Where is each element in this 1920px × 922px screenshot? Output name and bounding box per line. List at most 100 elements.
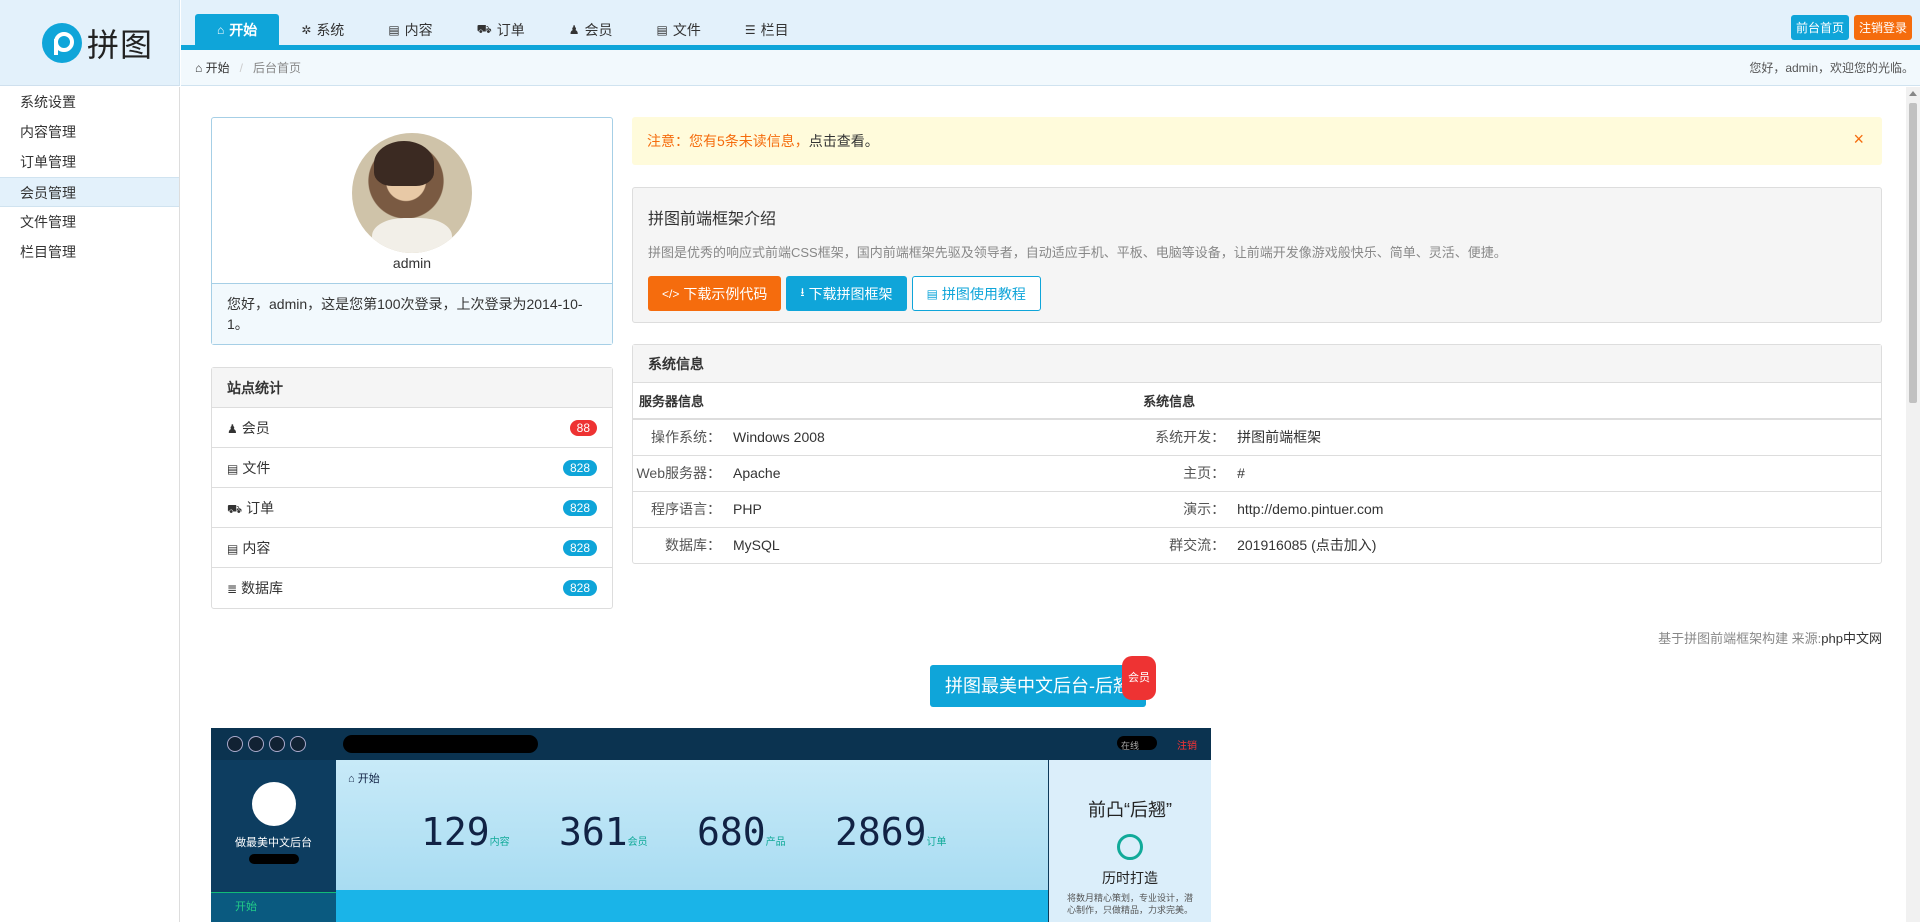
tab-5[interactable]: ▤ 文件 — [635, 14, 723, 45]
preview-stat-number: 680 — [697, 810, 766, 854]
preview-stat: 129内容 — [421, 810, 559, 854]
preview-start: 开始 — [357, 773, 380, 785]
notice-warning: 注意：您有5条未读信息， — [647, 133, 809, 149]
system-info-title: 系统信息 — [633, 345, 1881, 383]
database-icon: ≣ — [227, 582, 238, 596]
info-value: # — [1237, 454, 1881, 491]
logo[interactable]: 拼图 — [0, 0, 180, 86]
preview-stat-label: 会员 — [627, 837, 648, 848]
download-framework-label: 下载拼图框架 — [808, 285, 893, 302]
tab-0[interactable]: ⌂ 开始 — [195, 14, 280, 45]
stat-label: ♟ 会员 — [227, 418, 270, 438]
table-row: 程序语言： PHP 演示： http://demo.pintuer.com — [633, 490, 1881, 527]
tutorial-label: 拼图使用教程 — [941, 285, 1026, 302]
system-info-panel: 系统信息 服务器信息 系统信息 操作系统： Windows 2008 系统开发： 拼图… — [632, 344, 1882, 564]
preview-stat: 2869订单 — [835, 810, 973, 854]
breadcrumb-separator: / — [239, 60, 243, 75]
tab-1[interactable]: ✲ 系统 — [279, 14, 366, 45]
gear-icon — [290, 736, 306, 752]
tab-2[interactable]: ▤ 内容 — [366, 14, 454, 45]
breadcrumb: ⌂ 开始 / 后台首页 您好，admin，欢迎您的光临。 — [181, 50, 1920, 86]
sidebar-item-content[interactable]: 内容管理 — [0, 117, 179, 147]
tab-label: 文件 — [672, 21, 701, 38]
intro-title: 拼图前端框架介绍 — [648, 211, 777, 228]
tab-4[interactable]: ♟ 会员 — [547, 14, 635, 45]
tab-3[interactable]: ⛟ 订单 — [455, 14, 547, 45]
user-icon: ♟ — [568, 22, 580, 37]
file-icon: ▤ — [227, 541, 239, 556]
tab-label: 开始 — [229, 21, 258, 38]
stat-row[interactable]: ≣ 数据库 828 — [212, 568, 612, 608]
promo-button[interactable]: 拼图最美中文后台-后翘 会员 — [930, 656, 1156, 707]
tab-6[interactable]: ☰ 栏目 — [723, 14, 811, 45]
preview-stat: 361会员 — [559, 810, 697, 854]
notice-link[interactable]: 点击查看。 — [809, 131, 879, 151]
info-key: 群交流： — [1137, 526, 1238, 563]
preview-tag — [248, 854, 299, 864]
preview-caption: 做最美中文后台 — [235, 837, 312, 849]
file-icon: ▤ — [388, 22, 400, 37]
intro-description: 拼图是优秀的响应式前端CSS框架，国内前端框架先驱及领导者，自动适应手机、平板、… — [648, 245, 1507, 260]
preview-stat-number: 2869 — [835, 810, 927, 854]
info-key: 程序语言： — [633, 490, 733, 527]
front-home-button[interactable]: 前台首页 — [1790, 15, 1849, 40]
count-badge: 88 — [569, 419, 597, 436]
preview-right-title: 前凸“后翘” — [1088, 800, 1172, 820]
info-value: PHP — [733, 490, 1138, 527]
sidebar-item-system[interactable]: 系统设置 — [0, 87, 179, 117]
avatar — [352, 133, 472, 253]
preview-right-desc: 将数月精心策划，专业设计，潜心制作，只做精品，力求完美。 — [1066, 893, 1193, 915]
home-icon: ⌂ — [217, 22, 225, 37]
tutorial-button[interactable]: ▤ 拼图使用教程 — [911, 276, 1041, 311]
table-row: Web服务器： Apache 主页： # — [633, 454, 1881, 491]
main-content: admin 您好，admin，这是您第100次登录，上次登录为2014-10-1… — [181, 87, 1906, 922]
online-label: 在线 — [1121, 741, 1140, 751]
preview-stat-label: 产品 — [765, 837, 786, 848]
sidebar-item-members[interactable]: 会员管理 — [0, 177, 179, 207]
scrollbar-thumb[interactable] — [1909, 103, 1917, 403]
stat-label-text: 数据库 — [241, 580, 284, 596]
info-value[interactable]: 201916085 (点击加入) — [1237, 526, 1881, 563]
preview-right-sub: 历时打造 — [1102, 870, 1158, 886]
vertical-scrollbar[interactable] — [1906, 87, 1920, 922]
cart-icon: ⛟ — [227, 501, 243, 516]
info-value: http://demo.pintuer.com — [1237, 490, 1881, 527]
info-value: Apache — [733, 454, 1138, 491]
footer-source: 基于拼图前端框架构建 来源:php中文网 — [1658, 628, 1882, 647]
preview-stat-number: 361 — [559, 810, 628, 854]
notice-alert: 注意：您有5条未读信息， 点击查看。 × — [632, 117, 1882, 165]
cart-icon: ⛟ — [476, 21, 492, 36]
sidebar-item-files[interactable]: 文件管理 — [0, 207, 179, 237]
user-panel: admin 您好，admin，这是您第100次登录，上次登录为2014-10-1… — [211, 117, 613, 345]
stat-row[interactable]: ▤ 内容 828 — [212, 528, 612, 568]
stat-label-text: 订单 — [246, 499, 275, 516]
count-badge: 828 — [562, 580, 597, 596]
stat-row[interactable]: ⛟ 订单 828 — [212, 488, 612, 528]
stat-label: ⛟ 订单 — [227, 498, 274, 518]
table-row: 数据库： MySQL 群交流： 201916085 (点击加入) — [633, 526, 1881, 563]
stat-row[interactable]: ▤ 文件 828 — [212, 448, 612, 488]
download-framework-button[interactable]: ⭳ 下载拼图框架 — [786, 276, 907, 311]
breadcrumb-home[interactable]: ⌂ 开始 — [195, 59, 230, 76]
sidebar-item-columns[interactable]: 栏目管理 — [0, 237, 179, 267]
top-actions: 前台首页 注销登录 — [1790, 15, 1912, 40]
download-demo-button[interactable]: </> 下载示例代码 — [648, 276, 782, 311]
scroll-up-arrow-icon[interactable] — [1909, 91, 1917, 96]
close-icon[interactable]: × — [1853, 129, 1864, 150]
logo-text: 拼图 — [87, 26, 154, 63]
preview-breadcrumb: ⌂ 开始 — [348, 773, 380, 785]
list-icon: ☰ — [744, 22, 756, 37]
login-message: 您好，admin，这是您第100次登录，上次登录为2014-10-1。 — [212, 283, 612, 344]
info-key: 演示： — [1137, 490, 1238, 527]
tab-label: 会员 — [584, 21, 613, 38]
tab-label: 内容 — [404, 21, 433, 38]
logout-button[interactable]: 注销登录 — [1853, 15, 1912, 40]
preview-nav: 开始 — [211, 892, 336, 922]
count-badge: 828 — [562, 459, 597, 476]
sidebar-item-orders[interactable]: 订单管理 — [0, 147, 179, 177]
footer-brand-link[interactable]: php中文网 — [1821, 631, 1882, 646]
stat-label-text: 内容 — [242, 539, 271, 556]
stat-row[interactable]: ♟ 会员 88 — [212, 408, 612, 448]
tab-label: 栏目 — [760, 21, 789, 38]
breadcrumb-home-label: 开始 — [205, 61, 230, 75]
